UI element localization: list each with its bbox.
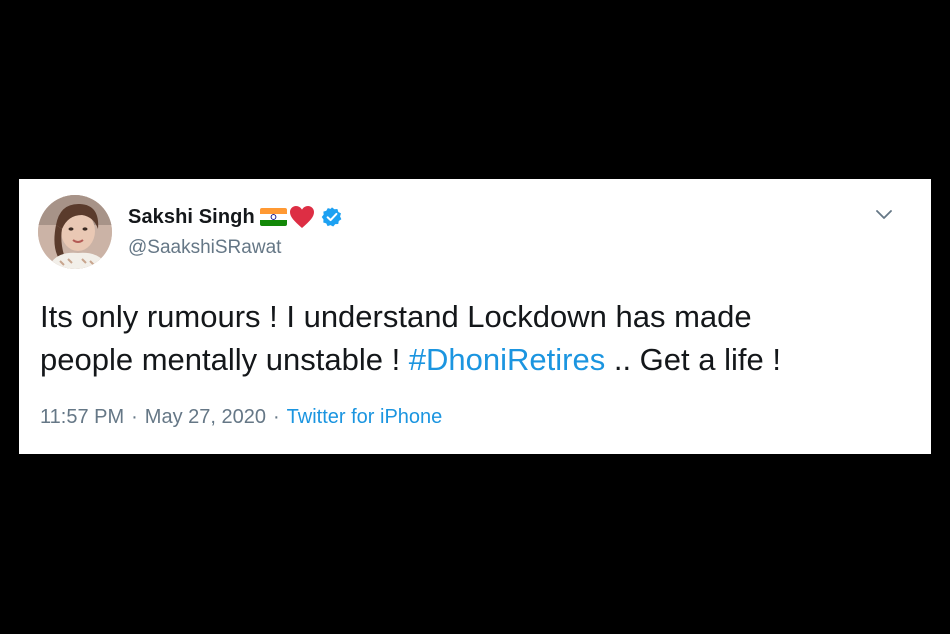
display-name[interactable]: Sakshi Singh bbox=[128, 206, 255, 229]
tweet-text: Its only rumours ! I understand Lockdown… bbox=[40, 295, 920, 381]
tweet-date[interactable]: May 27, 2020 bbox=[145, 406, 266, 429]
author-name-row: Sakshi Singh bbox=[128, 204, 343, 230]
tweet-text-line-1: Its only rumours ! I understand Lockdown… bbox=[40, 299, 752, 334]
tweet-source-link[interactable]: Twitter for iPhone bbox=[287, 406, 443, 429]
tweet-text-segment: people mentally unstable ! bbox=[40, 342, 409, 377]
avatar-photo bbox=[38, 195, 112, 269]
hashtag-link[interactable]: #DhoniRetires bbox=[409, 342, 605, 377]
tweet-time[interactable]: 11:57 PM bbox=[40, 406, 124, 429]
tweet-meta: 11:57 PM · May 27, 2020 · Twitter for iP… bbox=[40, 406, 442, 429]
user-handle[interactable]: @SaakshiSRawat bbox=[128, 237, 281, 259]
tweet-text-segment: .. Get a life ! bbox=[605, 342, 781, 377]
more-options-button[interactable] bbox=[873, 203, 895, 225]
avatar[interactable] bbox=[38, 195, 112, 269]
chevron-down-icon bbox=[876, 210, 892, 219]
verified-badge-icon bbox=[321, 206, 343, 228]
meta-separator: · bbox=[131, 406, 138, 428]
meta-separator: · bbox=[273, 406, 280, 428]
india-flag-icon bbox=[259, 208, 287, 226]
tweet-card: Sakshi Singh @SaakshiSRawat Its only rum… bbox=[19, 179, 931, 454]
red-heart-icon bbox=[289, 205, 315, 229]
tweet-text-line-2: people mentally unstable ! #DhoniRetires… bbox=[40, 338, 920, 381]
